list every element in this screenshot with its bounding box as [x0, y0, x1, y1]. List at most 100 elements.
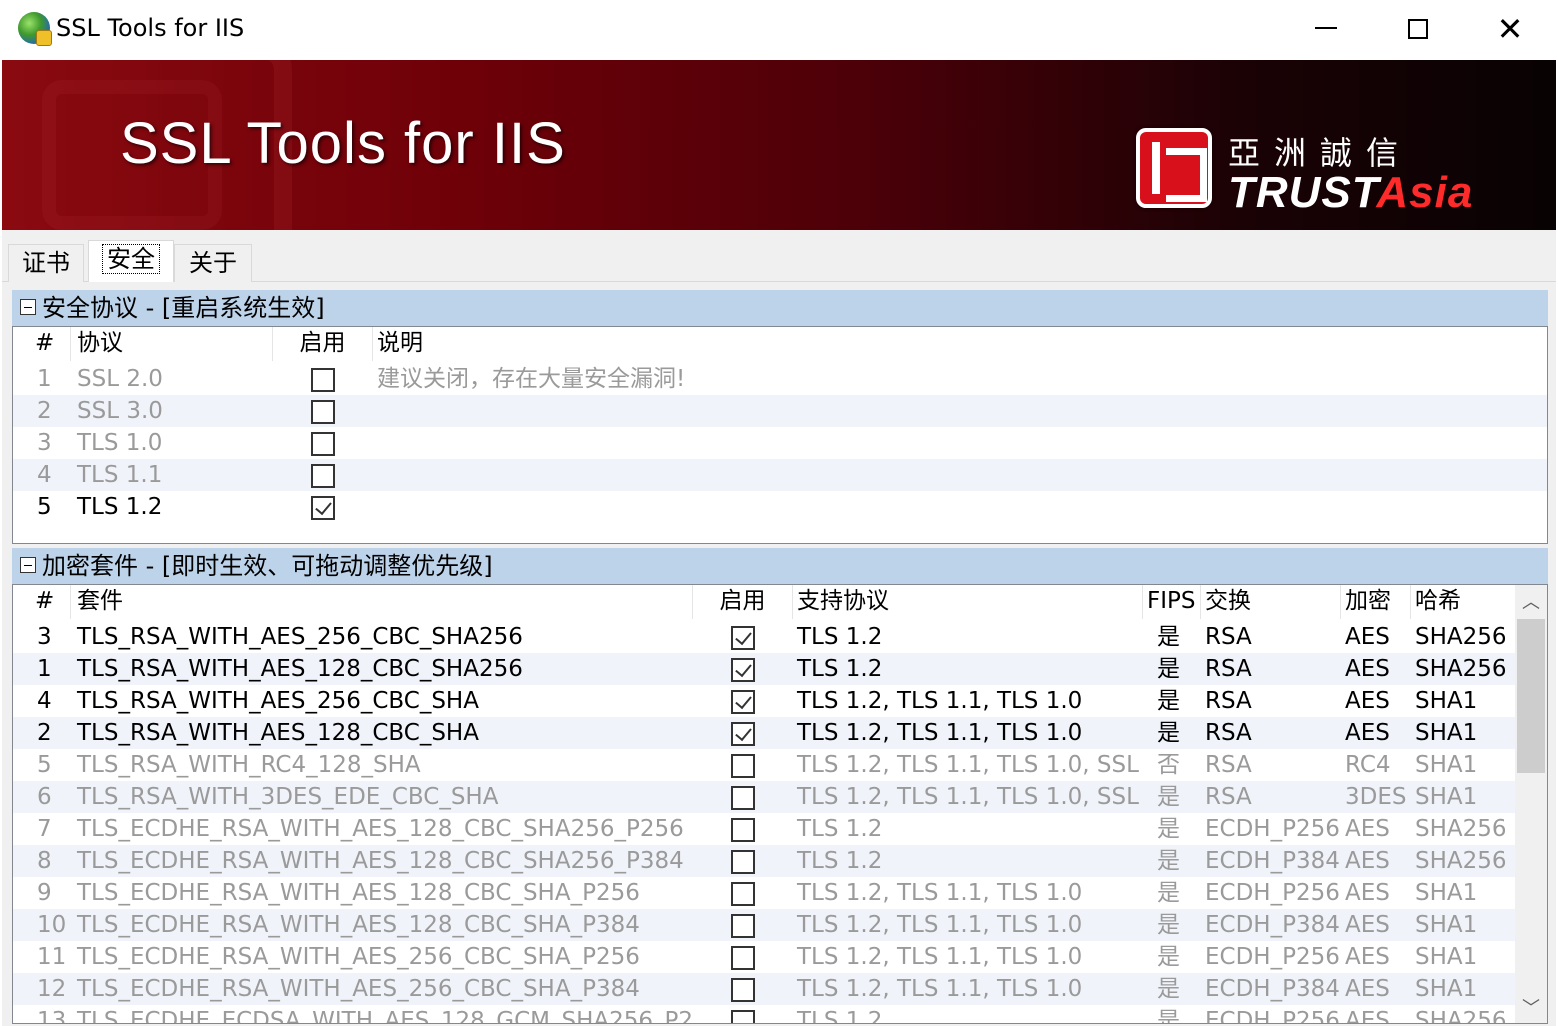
cipher-name: TLS_ECDHE_RSA_WITH_AES_128_CBC_SHA256_P3… — [77, 848, 684, 874]
cipher-name: TLS_RSA_WITH_AES_256_CBC_SHA — [77, 688, 479, 714]
cipher-encryption: AES — [1345, 848, 1390, 874]
col-header-encryption[interactable]: 加密 — [1341, 585, 1411, 619]
minimize-button[interactable] — [1280, 0, 1372, 58]
protocol-row[interactable]: 3 TLS 1.0 — [13, 427, 1547, 459]
enable-checkbox[interactable] — [731, 786, 755, 810]
protocol-row[interactable]: 4 TLS 1.1 — [13, 459, 1547, 491]
enable-checkbox[interactable] — [731, 818, 755, 842]
protocol-name: TLS 1.2 — [77, 494, 163, 520]
cipher-hash: SHA1 — [1415, 880, 1478, 906]
cipher-row[interactable]: 12 TLS_ECDHE_RSA_WITH_AES_256_CBC_SHA_P38… — [13, 973, 1515, 1005]
cipher-row[interactable]: 3 TLS_RSA_WITH_AES_256_CBC_SHA256 TLS 1.2 是… — [13, 621, 1515, 653]
col-header-exchange[interactable]: 交换 — [1201, 585, 1341, 619]
enable-checkbox[interactable] — [311, 368, 335, 392]
cipher-row[interactable]: 1 TLS_RSA_WITH_AES_128_CBC_SHA256 TLS 1.2 是… — [13, 653, 1515, 685]
tab-about[interactable]: 关于 — [174, 244, 252, 282]
cipher-protocols: TLS 1.2, TLS 1.1, TLS 1.0 — [797, 688, 1083, 714]
row-number: 5 — [37, 494, 52, 520]
tab-security[interactable]: 安全 — [88, 240, 174, 282]
cipher-row[interactable]: 10 TLS_ECDHE_RSA_WITH_AES_128_CBC_SHA_P38… — [13, 909, 1515, 941]
close-icon: ✕ — [1496, 10, 1524, 48]
enable-checkbox[interactable] — [731, 1010, 755, 1023]
cipher-name: TLS_ECDHE_ECDSA_WITH_AES_128_GCM_SHA256_… — [77, 1008, 693, 1024]
cipher-row[interactable]: 4 TLS_RSA_WITH_AES_256_CBC_SHA TLS 1.2, TL… — [13, 685, 1515, 717]
cipher-exchange: ECDH_P384 — [1205, 848, 1340, 874]
col-header-hash[interactable]: 哈希 — [1411, 585, 1515, 619]
enable-checkbox[interactable] — [731, 754, 755, 778]
enable-checkbox[interactable] — [731, 914, 755, 938]
logo-asia-text: Asia — [1376, 168, 1474, 217]
scroll-up-icon[interactable]: ︿ — [1515, 585, 1547, 617]
row-number: 1 — [37, 366, 52, 392]
enable-checkbox[interactable] — [311, 400, 335, 424]
enable-checkbox[interactable] — [311, 432, 335, 456]
protocol-description — [373, 491, 1543, 523]
cipher-encryption: 3DES — [1345, 784, 1407, 810]
col-header-protocols[interactable]: 支持协议 — [793, 585, 1143, 619]
minimize-icon — [1315, 27, 1337, 29]
enable-checkbox[interactable] — [311, 496, 335, 520]
protocol-description — [373, 459, 1543, 491]
protocols-list: # 协议 启用 说明 1 SSL 2.0 建议关闭，存在大量安全漏洞! 2 SSL 3.… — [12, 326, 1548, 544]
row-number: 3 — [37, 624, 52, 650]
ciphers-group-header[interactable]: 加密套件 - [即时生效、可拖动调整优先级] — [12, 548, 1548, 584]
enable-checkbox[interactable] — [731, 626, 755, 650]
maximize-icon — [1408, 19, 1428, 39]
scroll-down-icon[interactable]: ﹀ — [1515, 991, 1547, 1023]
collapse-icon[interactable] — [20, 299, 36, 315]
enable-checkbox[interactable] — [731, 690, 755, 714]
cipher-hash: SHA256 — [1415, 656, 1507, 682]
tab-label: 安全 — [102, 244, 160, 274]
enable-checkbox[interactable] — [731, 658, 755, 682]
col-header-description[interactable]: 说明 — [373, 327, 1547, 361]
cipher-row[interactable]: 5 TLS_RSA_WITH_RC4_128_SHA TLS 1.2, TLS 1.… — [13, 749, 1515, 781]
cipher-row[interactable]: 11 TLS_ECDHE_RSA_WITH_AES_256_CBC_SHA_P25… — [13, 941, 1515, 973]
enable-checkbox[interactable] — [731, 850, 755, 874]
cipher-row[interactable]: 9 TLS_ECDHE_RSA_WITH_AES_128_CBC_SHA_P256… — [13, 877, 1515, 909]
collapse-icon[interactable] — [20, 557, 36, 573]
logo-wordmark: TRUSTAsia — [1228, 168, 1473, 218]
col-header-fips[interactable]: FIPS — [1143, 585, 1201, 619]
tab-certificates[interactable]: 证书 — [8, 244, 84, 282]
cipher-row[interactable]: 8 TLS_ECDHE_RSA_WITH_AES_128_CBC_SHA256_P… — [13, 845, 1515, 877]
row-number: 11 — [37, 944, 67, 970]
col-header-num[interactable]: # — [13, 585, 71, 619]
cipher-protocols: TLS 1.2 — [797, 656, 883, 682]
cipher-row[interactable]: 13 TLS_ECDHE_ECDSA_WITH_AES_128_GCM_SHA25… — [13, 1005, 1515, 1024]
enable-checkbox[interactable] — [731, 946, 755, 970]
maximize-button[interactable] — [1372, 0, 1464, 58]
security-panel: 安全协议 - [重启系统生效] # 协议 启用 说明 1 SSL 2.0 建议关闭，… — [2, 282, 1556, 1026]
cipher-protocols: TLS 1.2, TLS 1.1, TLS 1.0 — [797, 944, 1083, 970]
enable-checkbox[interactable] — [731, 882, 755, 906]
col-header-enabled[interactable]: 启用 — [273, 327, 373, 361]
cipher-protocols: TLS 1.2 — [797, 624, 883, 650]
protocol-row[interactable]: 2 SSL 3.0 — [13, 395, 1547, 427]
col-header-enabled[interactable]: 启用 — [693, 585, 793, 619]
enable-checkbox[interactable] — [731, 722, 755, 746]
cipher-fips: 是 — [1157, 656, 1180, 682]
enable-checkbox[interactable] — [731, 978, 755, 1002]
cipher-encryption: AES — [1345, 976, 1390, 1002]
cipher-name: TLS_RSA_WITH_AES_128_CBC_SHA — [77, 720, 479, 746]
enable-checkbox[interactable] — [311, 464, 335, 488]
banner: SSL Tools for IIS 亞洲誠信 TRUSTAsia — [2, 60, 1556, 230]
col-header-suite[interactable]: 套件 — [71, 585, 693, 619]
cipher-exchange: RSA — [1205, 656, 1252, 682]
col-header-protocol[interactable]: 协议 — [71, 327, 273, 361]
protocol-name: TLS 1.1 — [77, 462, 163, 488]
scroll-thumb[interactable] — [1517, 619, 1545, 773]
cipher-row[interactable]: 6 TLS_RSA_WITH_3DES_EDE_CBC_SHA TLS 1.2, T… — [13, 781, 1515, 813]
ciphers-scrollbar[interactable]: ︿ ﹀ — [1515, 585, 1547, 1023]
ciphers-group-title: 加密套件 - [即时生效、可拖动调整优先级] — [42, 552, 493, 580]
cipher-hash: SHA1 — [1415, 944, 1478, 970]
cipher-row[interactable]: 7 TLS_ECDHE_RSA_WITH_AES_128_CBC_SHA256_P… — [13, 813, 1515, 845]
cipher-exchange: RSA — [1205, 688, 1252, 714]
cipher-row[interactable]: 2 TLS_RSA_WITH_AES_128_CBC_SHA TLS 1.2, TL… — [13, 717, 1515, 749]
protocols-group-header[interactable]: 安全协议 - [重启系统生效] — [12, 290, 1548, 326]
col-header-num[interactable]: # — [13, 327, 71, 361]
cipher-hash: SHA1 — [1415, 752, 1478, 778]
protocol-row[interactable]: 5 TLS 1.2 — [13, 491, 1547, 523]
protocol-row[interactable]: 1 SSL 2.0 建议关闭，存在大量安全漏洞! — [13, 363, 1547, 395]
row-number: 1 — [37, 656, 52, 682]
close-button[interactable]: ✕ — [1464, 0, 1556, 58]
